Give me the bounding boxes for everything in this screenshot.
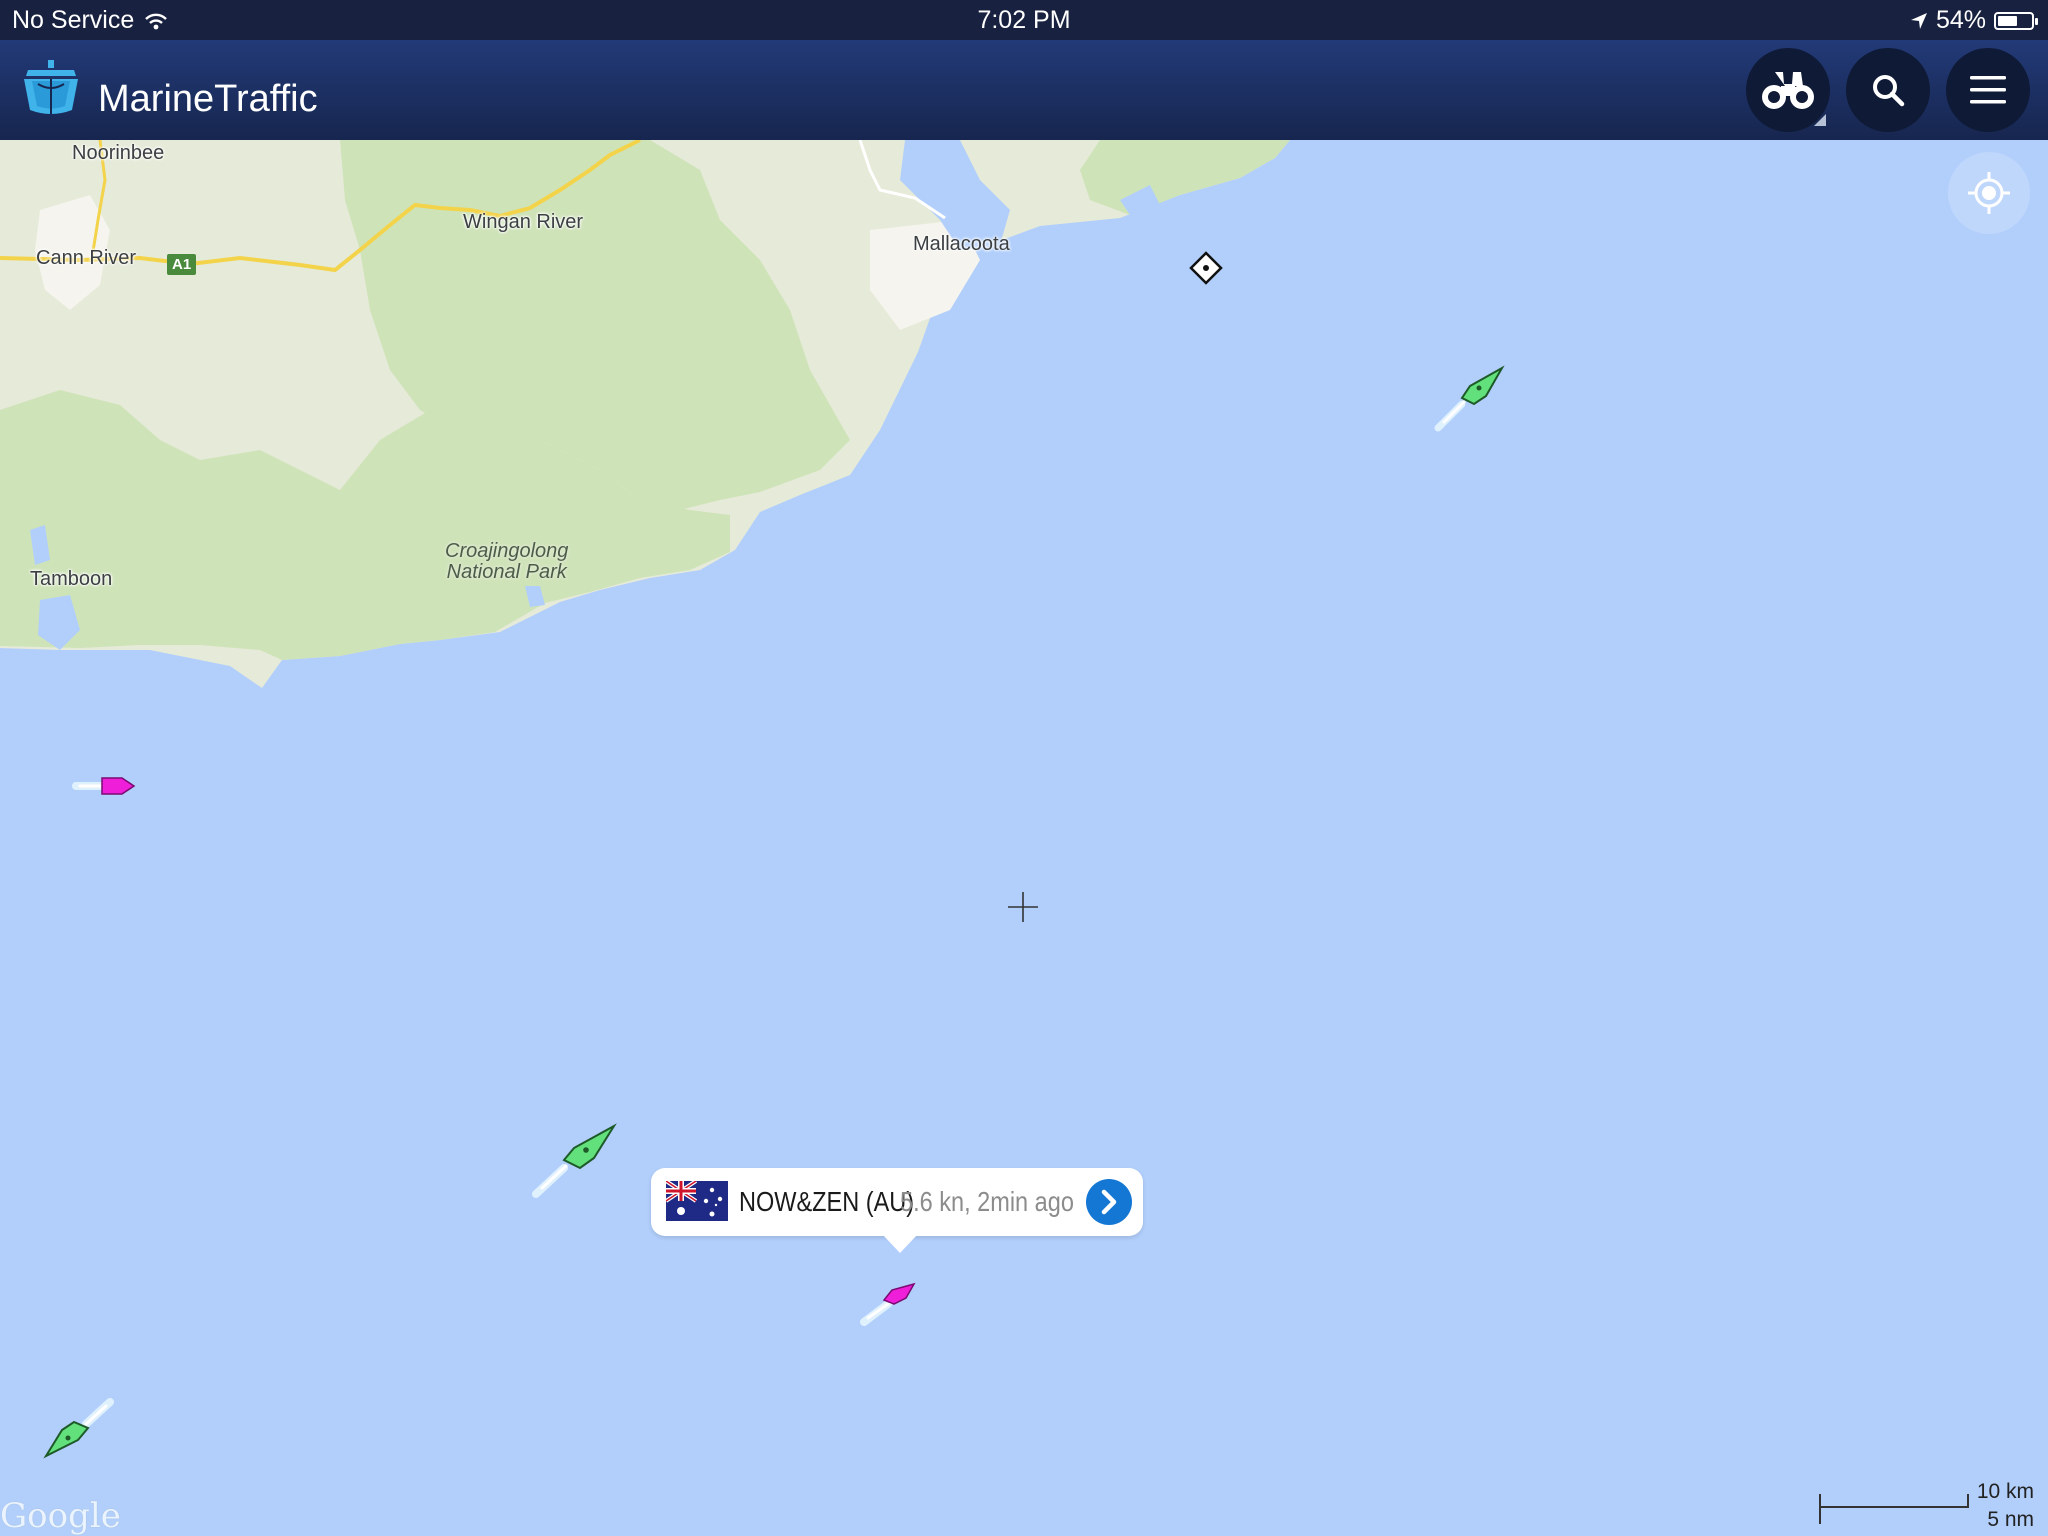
vessel-callout[interactable]: NOW&ZEN (AU) 5.6 kn, 2min ago [651, 1168, 1143, 1253]
battery-percent: 54% [1935, 6, 1986, 34]
australia-flag-icon [666, 1181, 728, 1221]
place-label-mallacoota: Mallacoota [913, 233, 1010, 255]
clock: 7:02 PM [977, 6, 1071, 34]
vessel-details-button[interactable] [1086, 1179, 1132, 1225]
binoculars-icon [1762, 72, 1814, 109]
park-label-croajingolong: Croajingolong National Park [445, 541, 568, 583]
place-label-noorinbee: Noorinbee [72, 142, 165, 164]
binoculars-button[interactable] [1746, 48, 1830, 132]
place-label-wingan-river: Wingan River [463, 211, 584, 233]
status-bar: No Service 7:02 PM 54% [0, 0, 2048, 40]
search-icon [1873, 75, 1905, 107]
search-button[interactable] [1846, 48, 1930, 132]
map-land-shapes [0, 140, 1290, 688]
scale-tick [1967, 1494, 1969, 1508]
battery-icon [1994, 11, 2038, 30]
vessel-cargo-icon[interactable] [530, 1120, 620, 1200]
vessel-name: NOW&ZEN (AU) [739, 1186, 915, 1217]
app-header: MarineTraffic [0, 40, 2048, 140]
park-label-line1: Croajingolong [445, 540, 569, 562]
place-label-tamboon: Tamboon [30, 568, 113, 590]
app-title: MarineTraffic [98, 78, 318, 120]
scale-nm-label: 5 nm [1987, 1508, 2034, 1531]
navigation-aid-icon[interactable] [1188, 250, 1224, 286]
crosshair-location-icon [1968, 172, 2010, 214]
hamburger-menu-icon [1970, 76, 2006, 104]
vessel-cargo-icon[interactable] [1434, 362, 1514, 432]
park-label-line2: National Park [446, 561, 567, 583]
google-attribution: Google [0, 1496, 121, 1536]
map-view[interactable]: Noorinbee Cann River A1 Wingan River Mal… [0, 140, 2048, 1536]
map-center-crosshair-icon [1008, 892, 1038, 922]
location-arrow-icon [1910, 12, 1927, 29]
scale-line [1819, 1506, 1969, 1508]
corner-indicator-icon [1814, 114, 1826, 126]
scale-tick [1819, 1494, 1821, 1524]
vessel-pleasure-icon[interactable] [72, 770, 142, 802]
vessel-cargo-icon[interactable] [40, 1396, 120, 1462]
map-scale-bar: 10 km 5 nm [1793, 1476, 2048, 1536]
chevron-right-icon [1101, 1189, 1117, 1215]
road-shield-a1: A1 [167, 254, 197, 275]
my-location-button[interactable] [1948, 152, 2030, 234]
marinetraffic-logo-icon [24, 60, 78, 114]
menu-button[interactable] [1946, 48, 2030, 132]
vessel-pleasure-icon[interactable] [858, 1272, 928, 1328]
scale-km-label: 10 km [1976, 1480, 2034, 1503]
place-label-cann-river: Cann River [36, 247, 137, 269]
vessel-speed-time: 5.6 kn, 2min ago [900, 1186, 1074, 1217]
